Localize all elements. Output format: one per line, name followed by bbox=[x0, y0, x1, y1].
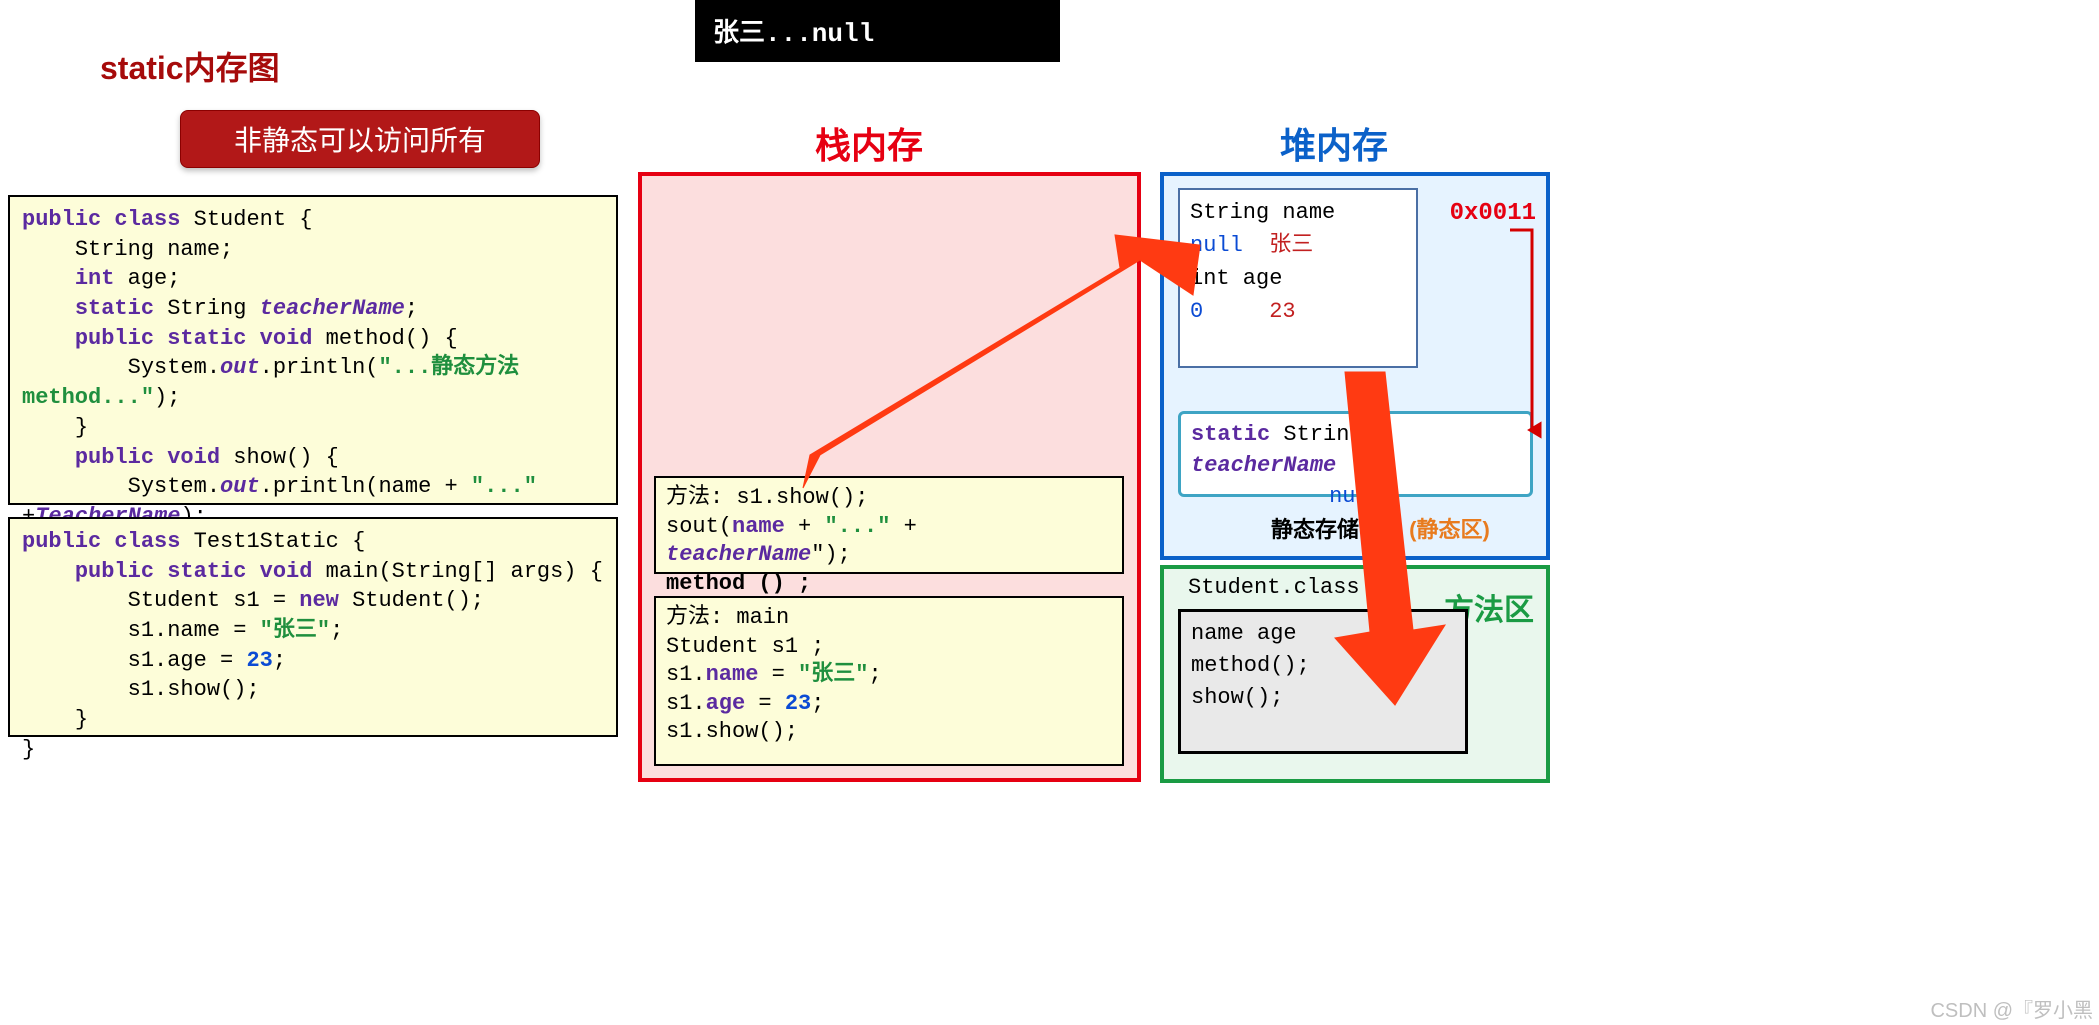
console-output: 张三...null bbox=[695, 0, 1060, 62]
heap-address: 0x0011 bbox=[1450, 200, 1536, 227]
heap-title: 堆内存 bbox=[1280, 117, 1388, 169]
class-content: name age method(); show(); bbox=[1178, 609, 1468, 754]
stack-title: 栈内存 bbox=[815, 117, 923, 169]
stack-frame-show: 方法: s1.show(); sout(name + "..." + teach… bbox=[654, 476, 1124, 574]
static-area-label: 静态存储位置 (静态区) bbox=[1271, 512, 1490, 544]
heap-static-box: static String teacherName null bbox=[1178, 411, 1533, 497]
heap-memory-area: 0x0011 String name null 张三 int age 0 23 … bbox=[1160, 172, 1550, 560]
code-student-class: public class Student { String name; int … bbox=[8, 195, 618, 505]
stack-memory-area: 方法: s1.show(); sout(name + "..." + teach… bbox=[638, 172, 1141, 782]
diagram-title: static内存图 bbox=[100, 43, 280, 89]
code-test-class: public class Test1Static { public static… bbox=[8, 517, 618, 737]
heap-object: String name null 张三 int age 0 23 bbox=[1178, 188, 1418, 368]
class-label: Student.class bbox=[1188, 575, 1360, 600]
method-area: 方法区 Student.class name age method(); sho… bbox=[1160, 565, 1550, 783]
stack-frame-main: 方法: main Student s1 ; s1.name = "张三"; s1… bbox=[654, 596, 1124, 766]
watermark: CSDN @『罗小黑 bbox=[1930, 994, 2093, 1023]
callout-badge: 非静态可以访问所有 bbox=[180, 110, 540, 168]
